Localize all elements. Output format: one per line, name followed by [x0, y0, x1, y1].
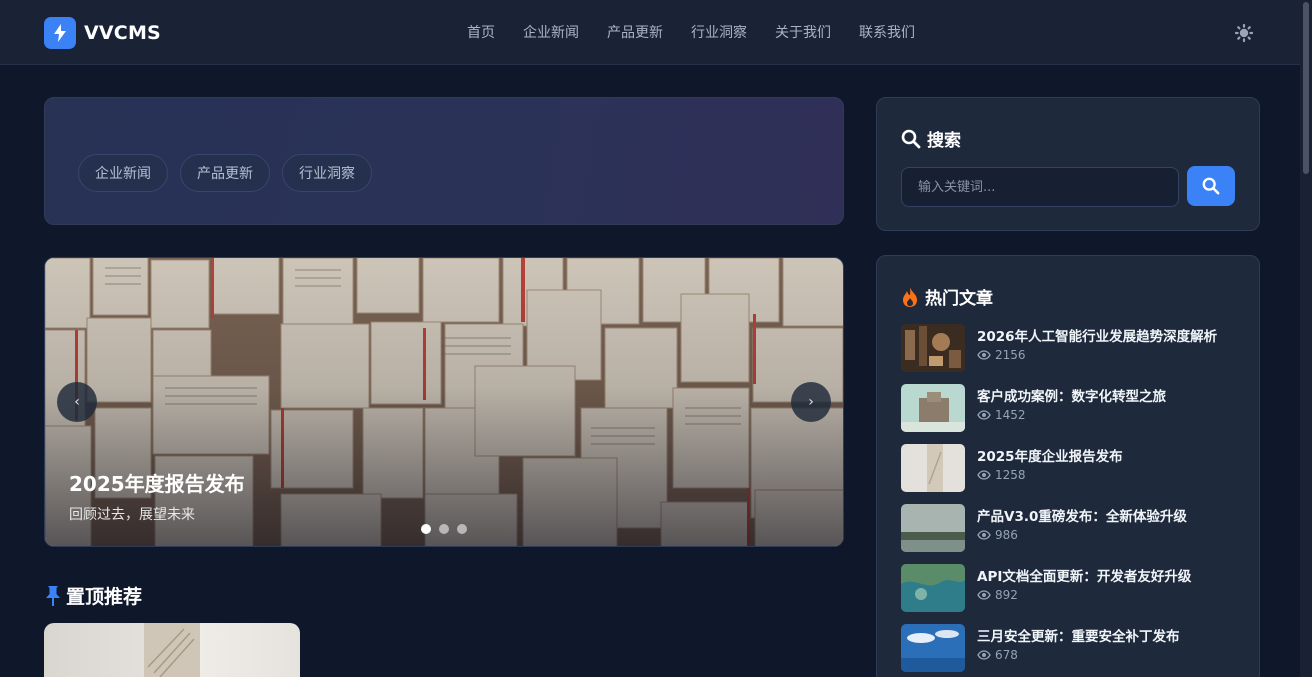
- sun-icon: [1234, 23, 1254, 43]
- hot-article-title[interactable]: 产品V3.0重磅发布：全新体验升级: [977, 505, 1187, 525]
- article-thumbnail: [901, 444, 965, 492]
- category-chip-company-news[interactable]: 企业新闻: [78, 154, 168, 192]
- fire-icon: [903, 286, 917, 307]
- article-thumbnail: [901, 564, 965, 612]
- hot-article-title[interactable]: API文档全面更新：开发者友好升级: [977, 565, 1191, 585]
- carousel-dots: [421, 524, 475, 534]
- pinned-article-image: [144, 623, 200, 677]
- hot-article-title[interactable]: 三月安全更新：重要安全补丁发布: [977, 625, 1180, 645]
- category-panel: 企业新闻 产品更新 行业洞察: [44, 97, 844, 225]
- hot-article-views: 1452: [977, 408, 1026, 422]
- carousel-prev-button[interactable]: ‹: [57, 382, 97, 422]
- carousel-slide-subtitle: 回顾过去，展望未来: [69, 507, 195, 523]
- view-count: 1258: [995, 468, 1026, 482]
- hot-article-title[interactable]: 2026年人工智能行业发展趋势深度解析: [977, 325, 1217, 345]
- nav-industry-insights[interactable]: 行业洞察: [691, 22, 747, 44]
- hot-articles-panel: 热门文章 2026年人工智能行业发展趋势深度解析 2156 客户成功案例：数字化…: [876, 255, 1260, 677]
- search-panel-title: 搜索: [927, 131, 961, 151]
- hot-article-item[interactable]: 客户成功案例：数字化转型之旅 1452: [901, 384, 1237, 444]
- eye-icon: [977, 410, 991, 420]
- search-submit-button[interactable]: [1187, 166, 1235, 206]
- search-input[interactable]: [901, 167, 1179, 207]
- carousel-dot-1[interactable]: [421, 524, 431, 534]
- view-count: 892: [995, 588, 1018, 602]
- logo-text: VVCMS: [84, 22, 161, 44]
- article-thumbnail: [901, 324, 965, 372]
- scrollbar-thumb[interactable]: [1303, 2, 1309, 174]
- hot-article-views: 1258: [977, 468, 1026, 482]
- nav-product-updates[interactable]: 产品更新: [607, 22, 663, 44]
- hot-article-views: 2156: [977, 348, 1026, 362]
- nav-about[interactable]: 关于我们: [775, 22, 831, 44]
- nav-home[interactable]: 首页: [467, 22, 495, 44]
- article-thumbnail: [901, 384, 965, 432]
- pinned-article-card[interactable]: [44, 623, 300, 677]
- carousel-dot-2[interactable]: [439, 524, 449, 534]
- hot-articles-title: 热门文章: [925, 289, 993, 309]
- search-panel-header: 搜索: [901, 126, 961, 151]
- eye-icon: [977, 590, 991, 600]
- hot-article-item[interactable]: 产品V3.0重磅发布：全新体验升级 986: [901, 504, 1237, 564]
- top-header: VVCMS 首页 企业新闻 产品更新 行业洞察 关于我们 联系我们: [0, 0, 1300, 65]
- hot-article-item[interactable]: 2025年度企业报告发布 1258: [901, 444, 1237, 504]
- eye-icon: [977, 530, 991, 540]
- search-icon: [1202, 177, 1220, 195]
- view-count: 1452: [995, 408, 1026, 422]
- nav-company-news[interactable]: 企业新闻: [523, 22, 579, 44]
- hot-article-views: 986: [977, 528, 1018, 542]
- carousel-slide-title: 2025年度报告发布: [69, 472, 245, 496]
- hot-article-views: 678: [977, 648, 1018, 662]
- category-chip-industry-insights[interactable]: 行业洞察: [282, 154, 372, 192]
- view-count: 2156: [995, 348, 1026, 362]
- article-thumbnail: [901, 624, 965, 672]
- article-thumbnail: [901, 504, 965, 552]
- view-count: 678: [995, 648, 1018, 662]
- carousel-overlay: [45, 258, 843, 546]
- pinned-section-title: 置顶推荐: [66, 586, 143, 608]
- hot-article-item[interactable]: 2026年人工智能行业发展趋势深度解析 2156: [901, 324, 1237, 384]
- search-panel: 搜索: [876, 97, 1260, 231]
- main-nav: 首页 企业新闻 产品更新 行业洞察 关于我们 联系我们: [453, 22, 929, 44]
- nav-contact[interactable]: 联系我们: [859, 22, 915, 44]
- hot-article-item[interactable]: 三月安全更新：重要安全补丁发布 678: [901, 624, 1237, 677]
- category-chip-product-updates[interactable]: 产品更新: [180, 154, 270, 192]
- eye-icon: [977, 650, 991, 660]
- hot-article-item[interactable]: API文档全面更新：开发者友好升级 892: [901, 564, 1237, 624]
- pin-icon: [46, 585, 60, 606]
- site-logo[interactable]: VVCMS: [44, 17, 161, 49]
- pinned-section-header: 置顶推荐: [44, 582, 142, 609]
- bolt-icon: [44, 17, 76, 49]
- carousel-next-button[interactable]: ›: [791, 382, 831, 422]
- search-icon: [901, 129, 921, 148]
- carousel-dot-3[interactable]: [457, 524, 467, 534]
- hot-article-title[interactable]: 2025年度企业报告发布: [977, 445, 1123, 465]
- eye-icon: [977, 350, 991, 360]
- page-scrollbar[interactable]: [1300, 0, 1312, 677]
- hot-articles-header: 热门文章: [901, 284, 993, 309]
- theme-toggle-button[interactable]: [1233, 22, 1255, 44]
- hot-article-views: 892: [977, 588, 1018, 602]
- view-count: 986: [995, 528, 1018, 542]
- hot-article-title[interactable]: 客户成功案例：数字化转型之旅: [977, 385, 1166, 405]
- hero-carousel[interactable]: 2025年度报告发布 回顾过去，展望未来 ‹ ›: [44, 257, 844, 547]
- hot-articles-list: 2026年人工智能行业发展趋势深度解析 2156 客户成功案例：数字化转型之旅 …: [901, 324, 1237, 677]
- eye-icon: [977, 470, 991, 480]
